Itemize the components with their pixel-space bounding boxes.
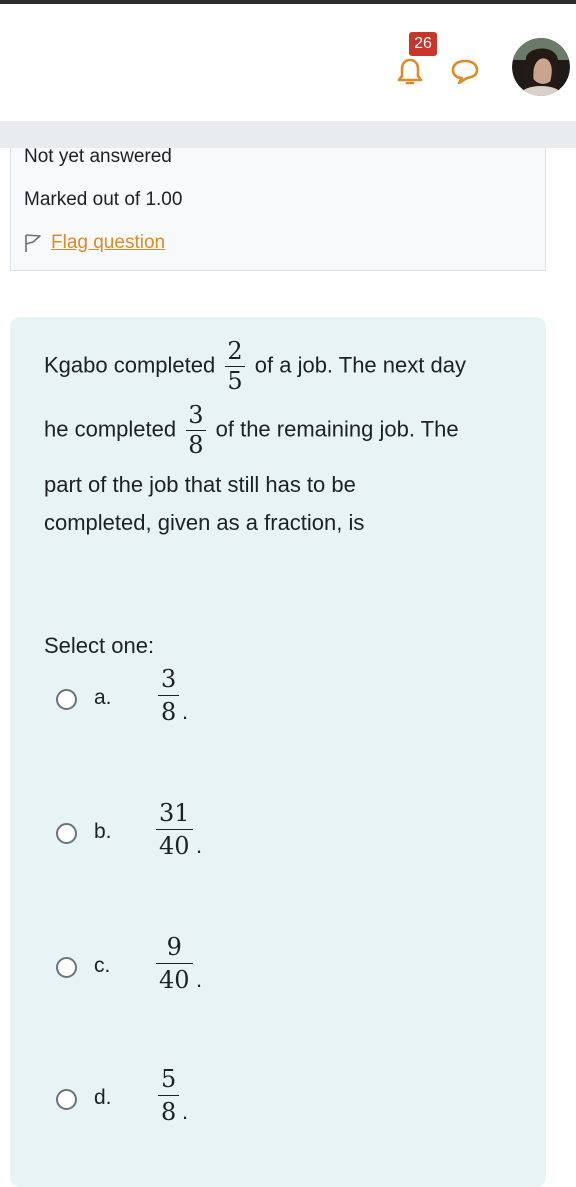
bell-icon[interactable] xyxy=(395,57,425,87)
page-header-band xyxy=(0,121,576,148)
fraction-3-8: 3 8 xyxy=(186,401,206,459)
option-fraction: 9 40 xyxy=(156,931,193,996)
notification-count-badge: 26 xyxy=(409,32,437,56)
question-line-4: completed, given as a fraction, is xyxy=(44,510,365,535)
select-one-prompt: Select one: xyxy=(44,633,155,658)
question-line-2: he completed 3 8 of the remaining job. T… xyxy=(44,401,459,459)
radio-button-b[interactable] xyxy=(56,823,77,844)
option-fraction: 31 40 xyxy=(156,797,193,862)
navbar: 26 xyxy=(0,4,576,121)
answer-option-b[interactable]: b. 31 40 . xyxy=(56,799,356,885)
answer-option-c[interactable]: c. 9 40 . xyxy=(56,933,356,1019)
radio-button-d[interactable] xyxy=(56,1089,77,1110)
fraction-2-5: 2 5 xyxy=(225,337,245,395)
option-letter: c. xyxy=(94,954,111,977)
option-letter: b. xyxy=(94,820,112,843)
question-grade: Marked out of 1.00 xyxy=(24,189,183,210)
question-state: Not yet answered xyxy=(24,146,172,167)
flag-question[interactable]: Flag question xyxy=(24,232,165,254)
flag-question-link[interactable]: Flag question xyxy=(51,232,165,254)
option-fraction: 5 8 xyxy=(158,1063,180,1128)
question-card: Kgabo completed 2 5 of a job. The next d… xyxy=(10,317,546,1187)
option-letter: a. xyxy=(94,686,112,709)
answer-option-d[interactable]: d. 5 8 . xyxy=(56,1065,356,1151)
radio-button-c[interactable] xyxy=(56,957,77,978)
question-line-3: part of the job that still has to be xyxy=(44,472,356,497)
option-letter: d. xyxy=(94,1086,112,1109)
chat-icon[interactable] xyxy=(450,58,480,84)
question-info-panel: Not yet answered Marked out of 1.00 Flag… xyxy=(10,146,546,271)
flag-icon xyxy=(25,234,41,252)
question-line-1: Kgabo completed 2 5 of a job. The next d… xyxy=(44,337,466,395)
answer-option-a[interactable]: a. 3 8 . xyxy=(56,665,356,751)
avatar[interactable] xyxy=(512,38,570,96)
option-fraction: 3 8 xyxy=(158,663,180,728)
radio-button-a[interactable] xyxy=(56,689,77,710)
